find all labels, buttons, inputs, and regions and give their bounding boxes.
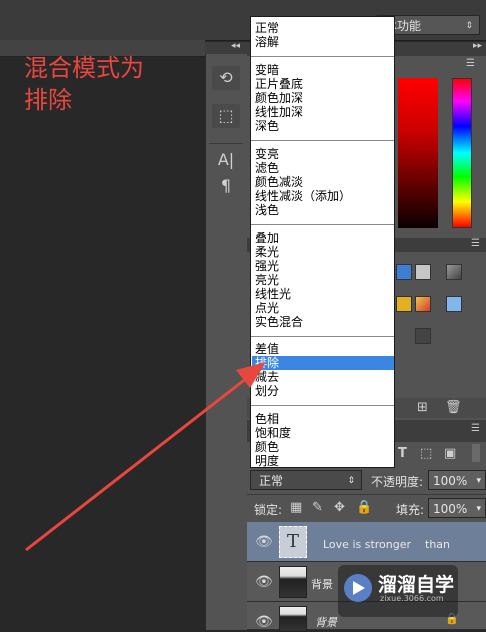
blend-item-pin-light[interactable]: 点光 — [255, 301, 279, 315]
panel-icon-column — [205, 42, 248, 630]
chevron-down-icon: ▾ — [476, 476, 481, 486]
lock-label: 锁定: — [254, 503, 283, 517]
watermark-title: 溜溜自学 — [378, 574, 455, 596]
swatch[interactable] — [396, 296, 412, 312]
blend-item-darken[interactable]: 变暗 — [255, 63, 279, 77]
collapse-bar[interactable]: ◂◂ — [205, 41, 247, 54]
panel-menu-icon[interactable]: ☰ — [471, 238, 480, 249]
image-layer-thumbnail — [279, 566, 307, 598]
blend-item-color-dodge[interactable]: 颜色减淡 — [255, 175, 303, 189]
blend-mode-value: 正常 — [259, 474, 284, 488]
collapse-arrows-icon: ◂◂ — [231, 41, 241, 51]
blend-item-exclusion[interactable]: 排除 — [255, 356, 279, 370]
chevron-updown-icon: ⇕ — [347, 476, 355, 486]
swatch[interactable] — [396, 264, 412, 280]
lock-all-icon[interactable]: 🔒 — [356, 500, 372, 515]
hue-slider[interactable] — [452, 78, 472, 228]
text-layer-thumbnail: T — [279, 526, 307, 558]
blend-mode-select[interactable]: 正常 ⇕ — [250, 470, 362, 490]
image-layer-thumbnail — [279, 606, 307, 632]
swatch[interactable] — [446, 264, 462, 280]
swatch[interactable] — [415, 264, 431, 280]
text-filter-icon[interactable]: T — [398, 446, 407, 461]
shape-filter-icon[interactable]: ⬚ — [420, 446, 432, 461]
panel-menu-icon[interactable]: ☰ — [466, 58, 475, 69]
chevron-updown-icon: ⇕ — [465, 21, 473, 31]
lock-position-icon[interactable]: ✥ — [334, 500, 345, 515]
character-panel-icon[interactable]: A| — [212, 148, 240, 172]
fill-label: 填充: — [396, 503, 425, 517]
color-field[interactable] — [398, 78, 438, 228]
opacity-value: 100% — [433, 474, 468, 488]
eye-icon[interactable]: 👁 — [255, 614, 273, 630]
tools-divider — [209, 143, 243, 144]
menu-separator — [251, 56, 394, 57]
new-item-icon[interactable]: ⊞ — [417, 400, 428, 415]
watermark-logo — [344, 574, 372, 602]
blend-item-luminosity[interactable]: 明度 — [255, 454, 279, 468]
layer-name[interactable]: 背景 — [311, 576, 333, 592]
divider — [247, 494, 486, 495]
annotation-line-2: 排除 — [24, 86, 72, 114]
menu-separator — [251, 140, 394, 141]
blend-item-dissolve[interactable]: 溶解 — [255, 35, 279, 49]
document-canvas[interactable] — [0, 57, 205, 630]
eye-icon[interactable]: 👁 — [255, 534, 273, 550]
annotation-line-1: 混合模式为 — [24, 54, 144, 82]
blend-item-hue[interactable]: 色相 — [255, 412, 279, 426]
history-icon[interactable]: ⟲ — [212, 66, 240, 90]
blend-mode-dropdown: 正常 溶解 变暗 正片叠底 颜色加深 线性加深 深色 变亮 滤色 颜色减淡 线性… — [250, 16, 395, 468]
blend-item-saturation[interactable]: 饱和度 — [255, 426, 291, 440]
blend-item-color[interactable]: 颜色 — [255, 440, 279, 454]
blend-item-darker-color[interactable]: 深色 — [255, 119, 279, 133]
blend-item-difference[interactable]: 差值 — [255, 342, 279, 356]
eye-icon[interactable]: 👁 — [255, 574, 273, 590]
opacity-field[interactable]: 100% ▾ — [428, 470, 486, 490]
blend-item-screen[interactable]: 滤色 — [255, 161, 279, 175]
blend-item-hard-mix[interactable]: 实色混合 — [255, 315, 303, 329]
properties-icon[interactable]: ⬚ — [212, 104, 240, 128]
layer-name[interactable]: 背景 — [315, 614, 337, 630]
chevron-down-icon: ▾ — [476, 504, 481, 514]
blend-item-lighten[interactable]: 变亮 — [255, 147, 279, 161]
smart-object-filter-icon[interactable]: ▣ — [444, 446, 456, 461]
annotation-text: 混合模式为 排除 — [24, 52, 144, 116]
blend-item-normal[interactable]: 正常 — [255, 21, 279, 35]
blend-item-subtract[interactable]: 减去 — [255, 370, 279, 384]
blend-item-multiply[interactable]: 正片叠底 — [255, 77, 303, 91]
blend-item-linear-dodge[interactable]: 线性减淡（添加） — [255, 189, 351, 203]
layer-name[interactable]: Love is stronger than — [323, 538, 450, 551]
blend-item-color-burn[interactable]: 颜色加深 — [255, 91, 303, 105]
blend-item-linear-light[interactable]: 线性光 — [255, 287, 291, 301]
blend-item-vivid-light[interactable]: 亮光 — [255, 273, 279, 287]
blend-item-linear-burn[interactable]: 线性加深 — [255, 105, 303, 119]
layer-row[interactable]: 👁 T Love is stronger than — [247, 522, 486, 562]
swatch[interactable] — [415, 328, 431, 344]
blend-item-lighter-color[interactable]: 浅色 — [255, 203, 279, 217]
menu-separator — [251, 336, 394, 337]
panel-menu-icon[interactable]: ☰ — [471, 423, 480, 434]
trash-icon[interactable]: 🗑 — [445, 400, 462, 415]
lock-pixels-icon[interactable]: ✎ — [312, 500, 323, 515]
menu-separator — [251, 405, 394, 406]
expand-arrows-icon[interactable]: ▸▸ — [473, 41, 482, 51]
blend-item-divide[interactable]: 划分 — [255, 384, 279, 398]
swatch[interactable] — [415, 296, 431, 312]
lock-transparency-icon[interactable]: ▦ — [290, 500, 302, 515]
filter-toggle[interactable] — [472, 444, 480, 462]
paragraph-panel-icon[interactable]: ¶ — [212, 174, 240, 198]
blend-item-overlay[interactable]: 叠加 — [255, 231, 279, 245]
menu-separator — [251, 224, 394, 225]
blend-item-hard-light[interactable]: 强光 — [255, 259, 279, 273]
fill-value: 100% — [433, 502, 468, 516]
blend-item-soft-light[interactable]: 柔光 — [255, 245, 279, 259]
swatch[interactable] — [446, 296, 462, 312]
fill-field[interactable]: 100% ▾ — [428, 498, 486, 518]
watermark-subtitle: zixue.3066.com — [380, 594, 444, 603]
opacity-label: 不透明度: — [371, 475, 424, 489]
